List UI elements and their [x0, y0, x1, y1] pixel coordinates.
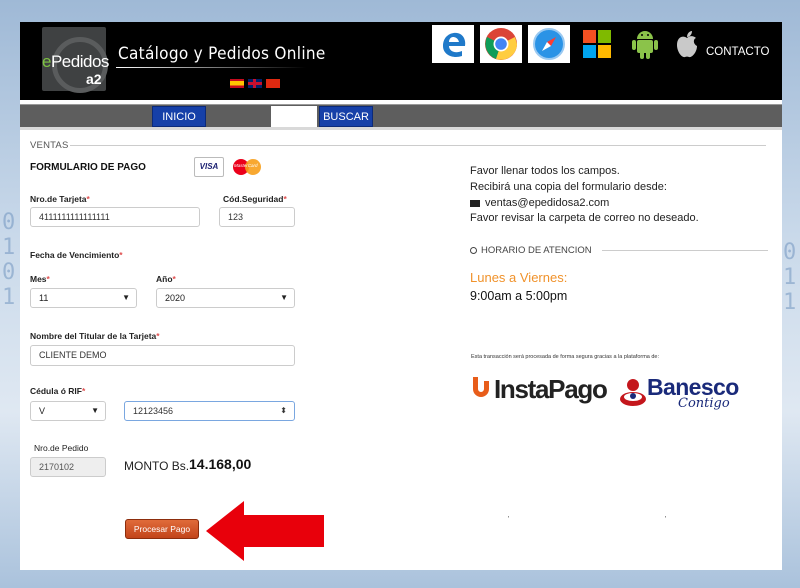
inicio-button[interactable]: INICIO	[152, 106, 206, 127]
logo-sub: a2	[86, 71, 102, 87]
mastercard-label: MasterCard	[234, 163, 258, 168]
dot-marker: '	[665, 516, 667, 523]
form-title: FORMULARIO DE PAGO	[30, 162, 146, 173]
order-number-field: 2170102	[30, 457, 106, 477]
security-code-field[interactable]: 123	[219, 207, 295, 227]
background-decoration: 0101	[2, 210, 16, 310]
id-type-select[interactable]: V ▼	[30, 401, 106, 421]
email-address: ventas@epedidosa2.com	[485, 197, 610, 209]
days-text: Lunes a Viernes:	[470, 270, 568, 285]
holder-name-label: Nombre del Titular de la Tarjeta*	[30, 331, 160, 341]
id-number-value: 12123456	[133, 406, 174, 416]
chevron-down-icon: ▼	[91, 406, 99, 415]
language-flags	[230, 79, 280, 88]
year-select[interactable]: 2020 ▼	[156, 288, 295, 308]
id-label: Cédula ó RIF*	[30, 386, 86, 396]
email-line: ventas@epedidosa2.com	[470, 197, 609, 209]
year-label: Año*	[156, 274, 176, 284]
browser-icons	[432, 25, 702, 63]
instapago-logo: InstaPago	[494, 374, 608, 404]
search-input[interactable]	[271, 106, 317, 127]
id-number-field[interactable]: 12123456 ⬍	[124, 401, 295, 421]
month-select[interactable]: 11 ▼	[30, 288, 137, 308]
security-code-label: Cód.Seguridad*	[223, 194, 287, 204]
instructions-line-1: Favor llenar todos los campos.	[470, 165, 620, 177]
red-arrow-icon	[206, 501, 324, 561]
section-title: VENTAS	[30, 140, 69, 151]
site-title: Catálogo y Pedidos Online	[118, 44, 326, 64]
menu-bar: INICIO BUSCAR	[20, 104, 782, 130]
instructions-line-2: Recibirá una copia del formulario desde:	[470, 181, 667, 193]
contact-link[interactable]: CONTACTO	[706, 46, 769, 58]
hours-title: HORARIO DE ATENCION	[470, 245, 592, 256]
stepper-icon[interactable]: ⬍	[280, 402, 287, 420]
chrome-icon[interactable]	[480, 25, 522, 63]
title-underline	[116, 67, 306, 68]
background-decoration: 011	[783, 240, 797, 315]
visa-icon: VISA	[194, 157, 224, 177]
month-label: Mes*	[30, 274, 50, 284]
apple-icon[interactable]	[672, 25, 702, 63]
chevron-down-icon: ▼	[280, 293, 288, 302]
instructions-line-4: Favor revisar la carpeta de correo no de…	[470, 212, 699, 224]
header: ePedidos a2 Catálogo y Pedidos Online CO…	[20, 22, 782, 100]
mastercard-icon: MasterCard	[232, 157, 262, 177]
card-number-field[interactable]: 4111111111111111	[30, 207, 200, 227]
card-number-label: Nro.de Tarjeta*	[30, 194, 90, 204]
holder-name-field[interactable]: CLIENTE DEMO	[30, 345, 295, 366]
amount-value: 14.168,00	[189, 456, 252, 472]
process-payment-button[interactable]: Procesar Pago	[125, 519, 199, 539]
china-flag-icon[interactable]	[266, 79, 280, 88]
amount-label: MONTO Bs.	[124, 459, 190, 473]
section-divider	[70, 145, 766, 146]
spain-flag-icon[interactable]	[230, 79, 244, 88]
logo-text: ePedidos	[42, 52, 109, 71]
order-number-label: Nro.de Pedido	[34, 443, 89, 453]
hours-divider	[602, 250, 768, 251]
safari-icon[interactable]	[528, 25, 570, 63]
windows-icon[interactable]	[576, 25, 618, 63]
uk-flag-icon[interactable]	[248, 79, 262, 88]
id-type-value: V	[39, 406, 46, 416]
buscar-button[interactable]: BUSCAR	[319, 106, 373, 127]
hours-text: 9:00am a 5:00pm	[470, 289, 568, 303]
android-icon[interactable]	[624, 25, 666, 63]
banesco-tagline: Contigo	[678, 396, 730, 411]
page: ePedidos a2 Catálogo y Pedidos Online CO…	[20, 22, 782, 570]
banesco-logo-icon	[620, 379, 646, 406]
envelope-icon	[470, 199, 480, 207]
processing-note: Esta transacción será procesada de forma…	[471, 354, 660, 360]
year-value: 2020	[165, 293, 186, 303]
edge-icon[interactable]	[432, 25, 474, 63]
instapago-logo-icon	[473, 377, 489, 397]
chevron-down-icon: ▼	[122, 293, 130, 302]
logo[interactable]: ePedidos a2	[42, 27, 109, 93]
clock-icon	[470, 246, 477, 254]
dot-marker: '	[508, 516, 510, 523]
expiry-label: Fecha de Vencimiento*	[30, 250, 123, 260]
month-value: 11	[39, 293, 49, 303]
